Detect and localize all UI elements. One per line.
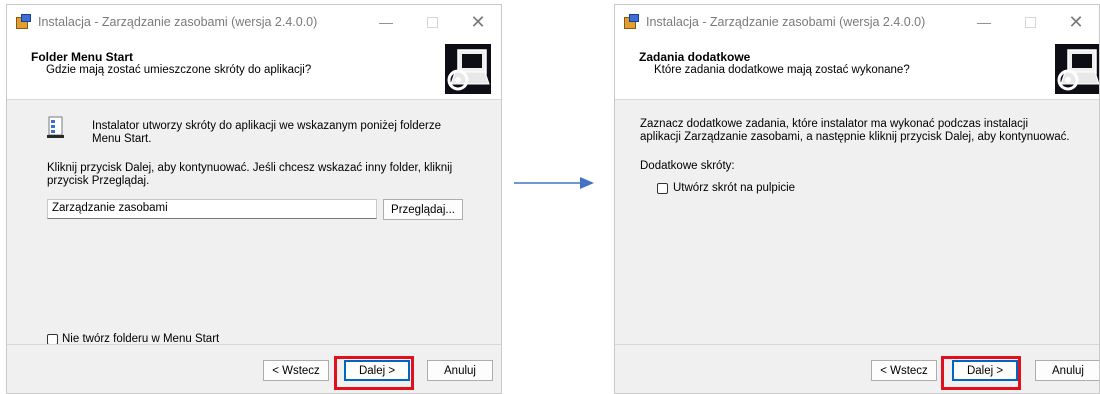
installer-icon [14,13,32,31]
start-menu-folder-icon [47,116,65,138]
desktop-shortcut-label: Utwórz skrót na pulpicie [673,182,796,194]
wizard-header: Zadania dodatkowe Które zadania dodatkow… [615,39,1099,100]
browse-button[interactable]: Przeglądaj... [383,199,463,220]
page-subtitle: Gdzie mają zostać umieszczone skróty do … [46,64,312,76]
close-button[interactable]: ✕ [1053,5,1099,39]
installer-window-start-menu: Instalacja - Zarządzanie zasobami (wersj… [6,4,502,394]
computer-install-icon [1055,44,1099,94]
arrow-right-icon [514,177,594,189]
cancel-button[interactable]: Anuluj [427,360,493,381]
info-text: Instalator utworzy skróty do aplikacji w… [92,120,441,145]
instruction-text: Kliknij przycisk Dalej, aby kontynuować.… [47,162,453,187]
window-title: Instalacja - Zarządzanie zasobami (wersj… [38,15,318,29]
window-title: Instalacja - Zarządzanie zasobami (wersj… [646,15,926,29]
installer-window-additional-tasks: Instalacja - Zarządzanie zasobami (wersj… [614,4,1100,394]
page-subtitle: Które zadania dodatkowe mają zostać wyko… [654,64,910,76]
wizard-body: Zaznacz dodatkowe zadania, które instala… [615,100,1099,393]
start-menu-folder-input[interactable]: Zarządzanie zasobami [47,199,377,219]
cancel-button[interactable]: Anuluj [1035,360,1099,381]
title-bar[interactable]: Instalacja - Zarządzanie zasobami (wersj… [7,5,501,39]
back-button[interactable]: < Wstecz [871,360,937,381]
wizard-header: Folder Menu Start Gdzie mają zostać umie… [7,39,501,100]
back-button[interactable]: < Wstecz [263,360,329,381]
minimize-button[interactable]: — [961,5,1007,39]
no-folder-checkbox[interactable] [47,333,58,345]
description-text: Zaznacz dodatkowe zadania, które instala… [640,118,1070,143]
installer-icon [622,13,640,31]
computer-install-icon [445,44,491,94]
wizard-body: Instalator utworzy skróty do aplikacji w… [7,100,501,393]
extra-shortcuts-label: Dodatkowe skróty: [640,160,735,172]
maximize-button[interactable] [409,5,455,39]
title-bar[interactable]: Instalacja - Zarządzanie zasobami (wersj… [615,5,1099,39]
page-title: Zadania dodatkowe [639,50,751,64]
next-button[interactable]: Dalej > [344,360,410,381]
next-button[interactable]: Dalej > [952,360,1018,381]
maximize-button[interactable] [1007,5,1053,39]
desktop-shortcut-option[interactable]: Utwórz skrót na pulpicie [657,182,795,194]
desktop-shortcut-checkbox[interactable] [657,182,668,194]
close-button[interactable]: ✕ [455,5,501,39]
minimize-button[interactable]: — [363,5,409,39]
page-title: Folder Menu Start [31,50,134,64]
